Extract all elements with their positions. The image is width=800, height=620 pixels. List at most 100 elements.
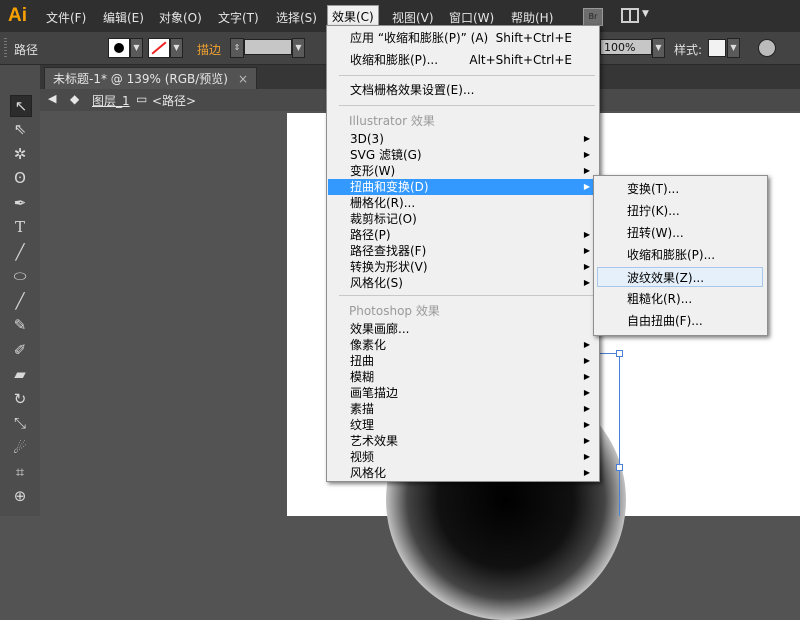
submenu-arrow-icon: ▶ [583,278,590,287]
style-swatch[interactable] [708,39,726,57]
selection-tool-icon[interactable]: ↖ [10,95,32,117]
opacity-dropdown[interactable]: ▼ [652,38,665,58]
scale-icon[interactable]: ⤡ [10,413,30,433]
recolor-artwork-icon[interactable] [758,39,776,57]
type-icon[interactable]: T [10,217,30,237]
stroke-weight-field[interactable] [244,39,292,55]
menu-item-convert-to-shape[interactable]: 转换为形状(V) ▶ [328,259,598,275]
menu-item-effect-gallery[interactable]: 效果画廊... [328,321,598,337]
menu-item-rasterize[interactable]: 栅格化(R)... [328,195,598,211]
submenu-item-roughen[interactable]: 粗糙化(R)... [597,289,763,309]
fill-swatch[interactable] [108,38,130,58]
blob-brush-icon[interactable]: ✐ [10,340,30,360]
submenu-item-zig-zag[interactable]: 波纹效果(Z)... [597,267,763,287]
stroke-weight-dropdown[interactable]: ▼ [292,38,305,58]
menu-view[interactable]: 视图(V) [392,9,434,26]
style-label: 样式: [674,43,703,57]
menu-item-artistic[interactable]: 艺术效果 ▶ [328,433,598,449]
submenu-arrow-icon: ▶ [583,166,590,175]
submenu-arrow-icon: ▶ [583,420,590,429]
rotate-icon[interactable]: ↻ [10,389,30,409]
menu-item-distort-transform[interactable]: 扭曲和变换(D) ▶ [328,179,598,195]
paintbrush-icon[interactable]: ╱ [10,291,30,311]
ellipse-icon[interactable]: ⬭ [10,266,30,286]
menu-object[interactable]: 对象(O) [159,9,202,26]
document-tab-title: 未标题-1* @ 139% (RGB/预览) [53,72,228,86]
menu-edit[interactable]: 编辑(E) [103,9,144,26]
menu-type[interactable]: 文字(T) [218,9,259,26]
menu-item-crop-marks[interactable]: 裁剪标记(O) [328,211,598,227]
eraser-icon[interactable]: ▰ [10,364,30,384]
menu-help[interactable]: 帮助(H) [511,9,553,26]
menu-item-pixelate[interactable]: 像素化 ▶ [328,337,598,353]
chevron-down-icon[interactable]: ▼ [642,9,649,19]
distort-transform-submenu: 变换(T)... 扭拧(K)... 扭转(W)... 收缩和膨胀(P)... 波… [593,175,768,336]
app-logo: Ai [8,5,27,26]
effect-menu: 应用 “收缩和膨胀(P)” (A) Shift+Ctrl+E 收缩和膨胀(P)..… [326,25,600,482]
submenu-item-transform[interactable]: 变换(T)... [597,179,763,199]
menu-separator [339,75,595,76]
menu-window[interactable]: 窗口(W) [449,9,494,26]
submenu-item-pucker-bloat[interactable]: 收缩和膨胀(P)... [597,245,763,265]
submenu-arrow-icon: ▶ [583,246,590,255]
menu-item-pathfinder[interactable]: 路径查找器(F) ▶ [328,243,598,259]
submenu-item-free-distort[interactable]: 自由扭曲(F)... [597,311,763,331]
submenu-arrow-icon: ▶ [583,452,590,461]
menu-item-texture[interactable]: 纹理 ▶ [328,417,598,433]
menu-select[interactable]: 选择(S) [276,9,317,26]
fill-dropdown[interactable]: ▼ [130,38,143,58]
submenu-arrow-icon: ▶ [583,356,590,365]
menu-file[interactable]: 文件(F) [46,9,86,26]
selection-handle[interactable] [616,464,623,471]
menu-item-blur[interactable]: 模糊 ▶ [328,369,598,385]
stroke-swatch[interactable] [148,38,170,58]
document-tab[interactable]: 未标题-1* @ 139% (RGB/预览) × [44,67,258,90]
close-icon[interactable]: × [238,72,248,86]
stroke-weight-stepper[interactable]: ⇕ [230,38,244,58]
photoshop-effects-header: Photoshop 效果 [349,304,440,318]
menu-separator [339,295,595,296]
pen-icon[interactable]: ✒ [10,193,30,213]
selection-handle[interactable] [616,350,623,357]
menu-item-distort[interactable]: 扭曲 ▶ [328,353,598,369]
menu-item-3d[interactable]: 3D(3) ▶ [328,131,598,147]
pencil-icon[interactable]: ✎ [10,315,30,335]
submenu-item-twist[interactable]: 扭转(W)... [597,223,763,243]
bridge-button[interactable]: Br [583,8,603,26]
submenu-arrow-icon: ▶ [583,468,590,477]
warp-icon[interactable]: ☄ [10,438,30,458]
line-icon[interactable]: ╱ [10,242,30,262]
submenu-arrow-icon: ▶ [583,340,590,349]
breadcrumb-path[interactable]: <路径> [152,92,196,109]
menu-item-stylize[interactable]: 风格化(S) ▶ [328,275,598,291]
menu-item-sketch[interactable]: 素描 ▶ [328,401,598,417]
direct-selection-icon[interactable]: ⇖ [10,119,30,139]
grip-icon [4,38,7,58]
submenu-arrow-icon: ▶ [583,182,590,191]
style-dropdown[interactable]: ▼ [727,38,740,58]
workspace-layout-icon[interactable] [621,8,639,23]
submenu-arrow-icon: ▶ [583,230,590,239]
submenu-arrow-icon: ▶ [583,262,590,271]
menu-item-video[interactable]: 视频 ▶ [328,449,598,465]
opacity-field[interactable]: 100% [600,39,652,55]
stroke-label[interactable]: 描边 [197,41,221,58]
menu-item-ps-stylize[interactable]: 风格化 ▶ [328,465,598,481]
breadcrumb-layer[interactable]: 图层_1 [92,92,130,109]
submenu-arrow-icon: ▶ [583,388,590,397]
magic-wand-icon[interactable]: ✲ [10,144,30,164]
free-transform-icon[interactable]: ⌗ [10,462,30,482]
submenu-item-tweak[interactable]: 扭拧(K)... [597,201,763,221]
lasso-icon[interactable]: ʘ [10,168,30,188]
menu-item-raster-settings[interactable]: 文档栅格效果设置(E)... [328,82,598,98]
menu-item-apply-last-effect[interactable]: 应用 “收缩和膨胀(P)” (A) Shift+Ctrl+E [328,30,598,46]
back-arrow-icon[interactable]: ◀ [48,92,56,105]
submenu-arrow-icon: ▶ [583,134,590,143]
shape-builder-icon[interactable]: ⊕ [10,486,30,506]
menu-item-warp[interactable]: 变形(W) ▶ [328,163,598,179]
stroke-dropdown[interactable]: ▼ [170,38,183,58]
menu-item-svg-filters[interactable]: SVG 滤镜(G) ▶ [328,147,598,163]
menu-item-path[interactable]: 路径(P) ▶ [328,227,598,243]
menu-item-last-effect[interactable]: 收缩和膨胀(P)... Alt+Shift+Ctrl+E [328,52,598,68]
menu-item-brush-strokes[interactable]: 画笔描边 ▶ [328,385,598,401]
